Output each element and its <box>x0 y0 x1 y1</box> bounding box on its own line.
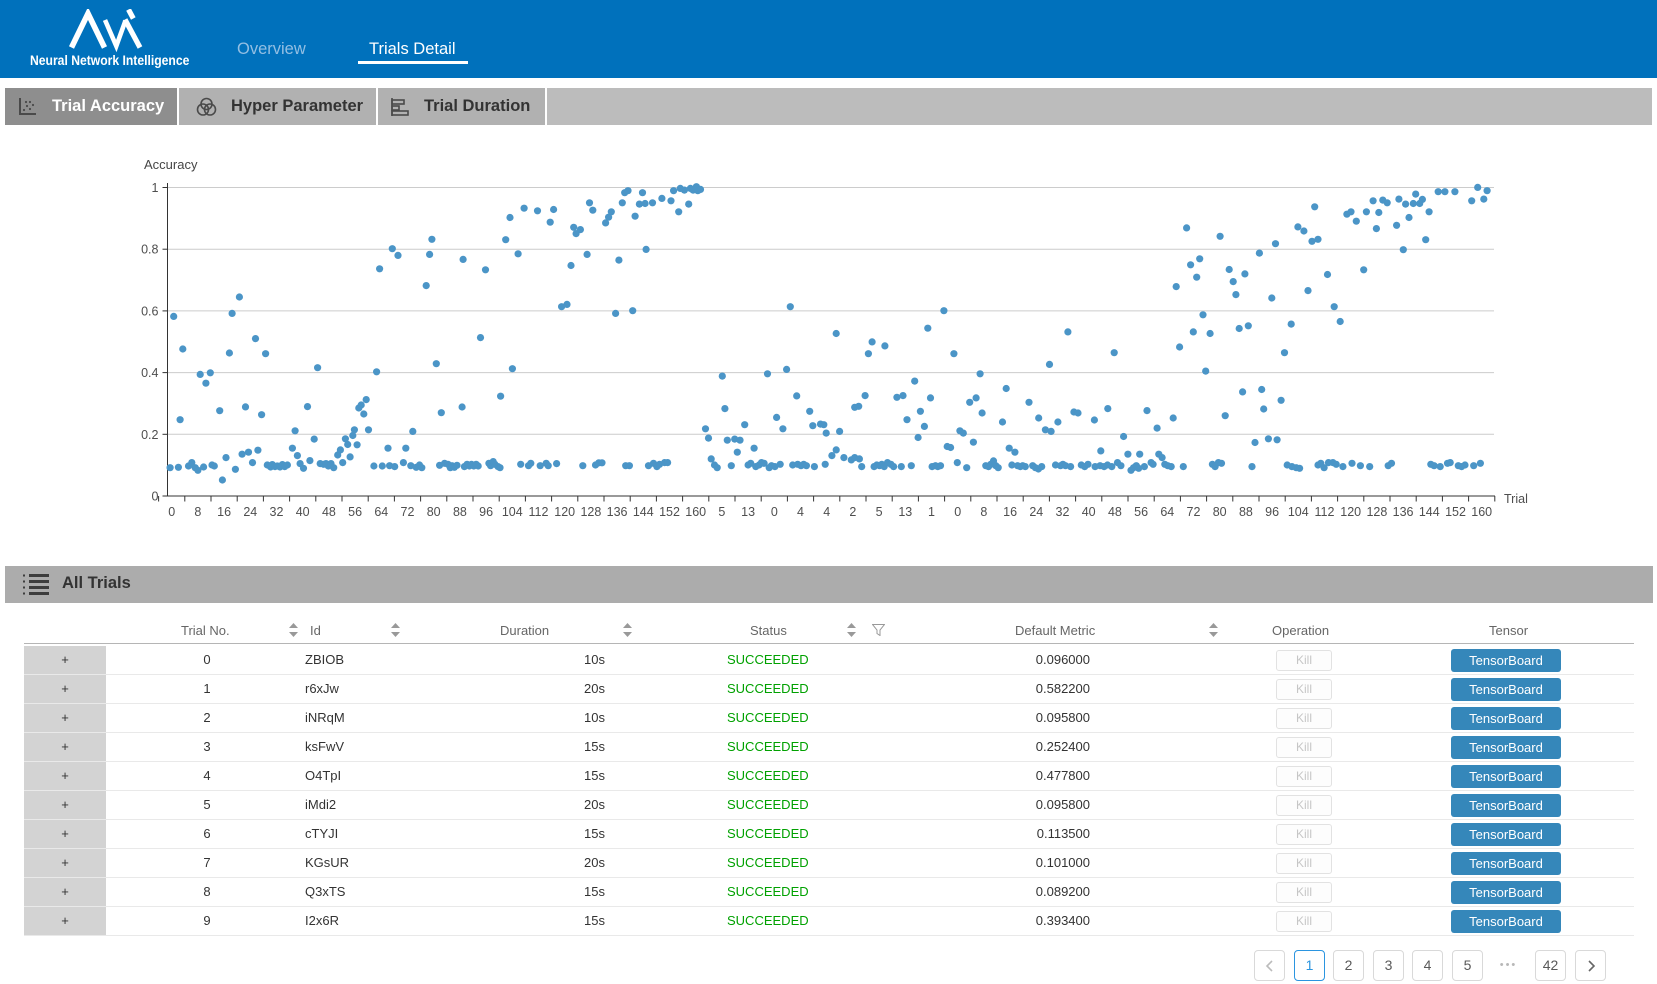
svg-text:32: 32 <box>1056 505 1070 519</box>
svg-text:8: 8 <box>980 505 987 519</box>
svg-text:0.4: 0.4 <box>141 366 158 380</box>
svg-text:64: 64 <box>374 505 388 519</box>
svg-text:136: 136 <box>607 505 628 519</box>
svg-text:1: 1 <box>928 505 935 519</box>
svg-text:5: 5 <box>876 505 883 519</box>
svg-text:128: 128 <box>1366 505 1387 519</box>
svg-text:0: 0 <box>168 505 175 519</box>
svg-text:Accuracy: Accuracy <box>144 157 198 172</box>
svg-text:144: 144 <box>1419 505 1440 519</box>
svg-text:0: 0 <box>771 505 778 519</box>
svg-text:0.6: 0.6 <box>141 304 158 318</box>
svg-text:56: 56 <box>1134 505 1148 519</box>
svg-text:120: 120 <box>1340 505 1361 519</box>
svg-text:13: 13 <box>741 505 755 519</box>
svg-text:112: 112 <box>1315 505 1335 519</box>
svg-text:152: 152 <box>659 505 680 519</box>
svg-text:1: 1 <box>152 181 159 195</box>
svg-text:112: 112 <box>529 505 549 519</box>
svg-text:48: 48 <box>322 505 336 519</box>
svg-text:72: 72 <box>401 505 415 519</box>
svg-text:13: 13 <box>898 505 912 519</box>
svg-text:72: 72 <box>1187 505 1201 519</box>
svg-text:16: 16 <box>217 505 231 519</box>
svg-text:88: 88 <box>453 505 467 519</box>
svg-text:4: 4 <box>823 505 830 519</box>
svg-text:4: 4 <box>797 505 804 519</box>
svg-text:88: 88 <box>1239 505 1253 519</box>
svg-text:64: 64 <box>1160 505 1174 519</box>
svg-text:48: 48 <box>1108 505 1122 519</box>
svg-text:152: 152 <box>1445 505 1466 519</box>
svg-text:80: 80 <box>1213 505 1227 519</box>
svg-text:0: 0 <box>152 490 159 504</box>
svg-text:104: 104 <box>502 505 523 519</box>
svg-text:8: 8 <box>194 505 201 519</box>
svg-text:24: 24 <box>243 505 257 519</box>
svg-text:104: 104 <box>1288 505 1309 519</box>
svg-text:56: 56 <box>348 505 362 519</box>
svg-text:96: 96 <box>1265 505 1279 519</box>
svg-text:5: 5 <box>718 505 725 519</box>
svg-text:128: 128 <box>580 505 601 519</box>
svg-text:40: 40 <box>1082 505 1096 519</box>
svg-text:0: 0 <box>954 505 961 519</box>
svg-text:136: 136 <box>1393 505 1414 519</box>
svg-text:80: 80 <box>427 505 441 519</box>
svg-text:24: 24 <box>1029 505 1043 519</box>
svg-text:0.2: 0.2 <box>141 428 158 442</box>
svg-text:160: 160 <box>1471 505 1492 519</box>
svg-text:Trial: Trial <box>1504 492 1528 506</box>
svg-text:0.8: 0.8 <box>141 243 158 257</box>
svg-text:32: 32 <box>270 505 284 519</box>
svg-text:2: 2 <box>849 505 856 519</box>
svg-text:160: 160 <box>685 505 706 519</box>
svg-text:16: 16 <box>1003 505 1017 519</box>
svg-text:120: 120 <box>554 505 575 519</box>
svg-text:40: 40 <box>296 505 310 519</box>
svg-text:96: 96 <box>479 505 493 519</box>
svg-text:144: 144 <box>633 505 654 519</box>
